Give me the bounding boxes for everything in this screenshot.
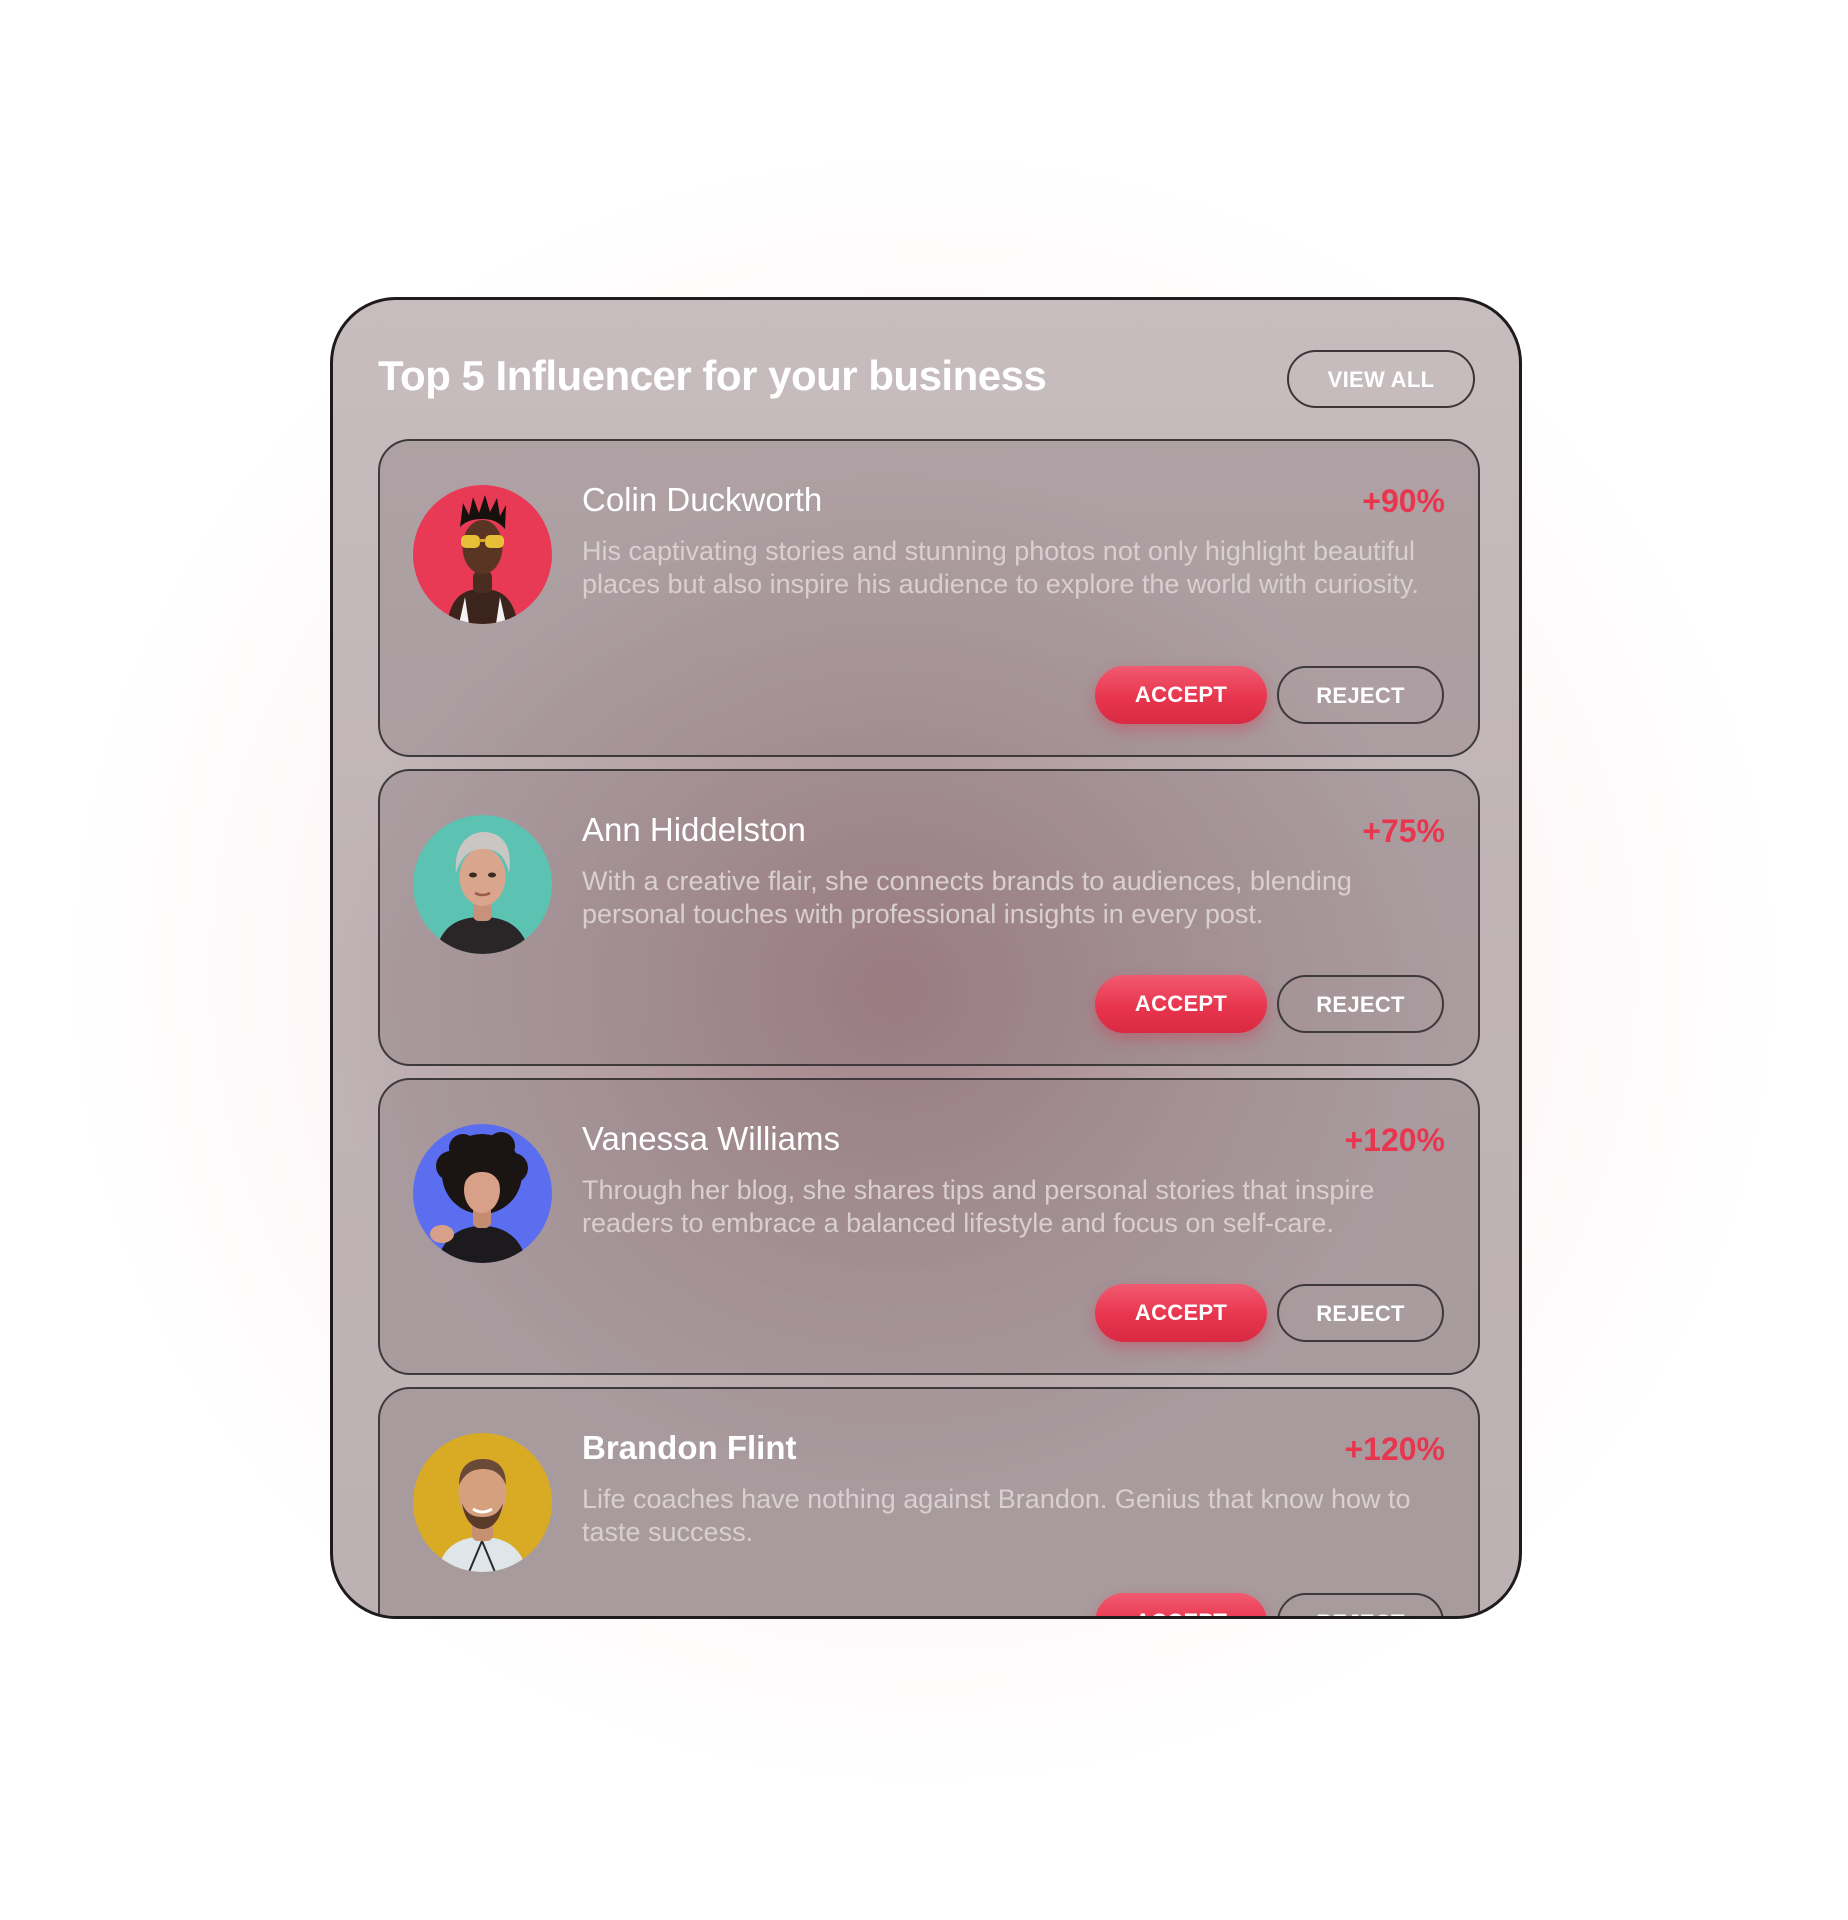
influencer-name: Ann Hiddelston [582,811,806,848]
avatar [413,1124,552,1263]
accept-button[interactable]: ACCEPT [1095,1593,1267,1616]
influencer-card-colin-duckworth: Colin Duckworth +90% His captivating sto… [378,439,1480,757]
influencer-card-brandon-flint: Brandon Flint +120% Life coaches have no… [378,1387,1480,1616]
avatar-image [413,485,552,624]
avatar-image [413,1124,552,1263]
avatar-image [413,815,552,954]
influencer-card-vanessa-williams: Vanessa Williams +120% Through her blog,… [378,1078,1480,1375]
influencer-card-ann-hiddelston: Ann Hiddelston +75% With a creative flai… [378,769,1480,1066]
accept-button[interactable]: ACCEPT [1095,1284,1267,1342]
growth-percentage: +120% [1344,1122,1445,1158]
influencer-description: Life coaches have nothing against Brando… [582,1484,1411,1547]
reject-button[interactable]: REJECT [1277,1593,1444,1616]
avatar [413,815,552,954]
growth-percentage: +90% [1362,483,1445,519]
influencer-description: With a creative flair, she connects bran… [582,866,1352,929]
growth-percentage: +75% [1362,813,1445,849]
influencer-description: His captivating stories and stunning pho… [582,536,1419,599]
influencer-name: Vanessa Williams [582,1120,840,1157]
accept-button[interactable]: ACCEPT [1095,666,1267,724]
panel-title: Top 5 Influencer for your business [378,352,1047,399]
avatar-image [413,1433,552,1572]
avatar [413,1433,552,1572]
influencer-name: Brandon Flint [582,1429,797,1466]
reject-button[interactable]: REJECT [1277,975,1444,1033]
growth-percentage: +120% [1344,1431,1445,1467]
influencer-panel: Top 5 Influencer for your business VIEW … [330,297,1522,1619]
avatar [413,485,552,624]
reject-button[interactable]: REJECT [1277,666,1444,724]
view-all-button[interactable]: VIEW ALL [1287,350,1475,408]
reject-button[interactable]: REJECT [1277,1284,1444,1342]
influencer-description: Through her blog, she shares tips and pe… [582,1175,1375,1238]
influencer-name: Colin Duckworth [582,481,823,518]
accept-button[interactable]: ACCEPT [1095,975,1267,1033]
